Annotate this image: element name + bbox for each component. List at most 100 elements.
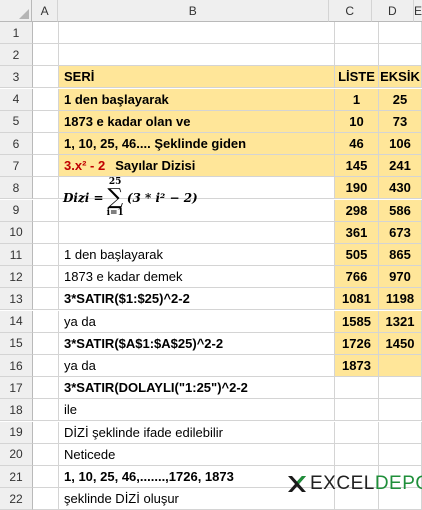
cell-a[interactable] [33,399,59,422]
row-header[interactable]: 17 [0,377,33,400]
cell-d[interactable] [379,44,422,67]
cell-a[interactable] [33,133,59,155]
cell-c[interactable]: 361 [335,221,379,244]
cell-d[interactable]: 25 [379,88,422,111]
cell-d[interactable]: 1321 [379,310,422,333]
cell-a[interactable] [33,310,59,333]
cell-b[interactable]: 1873 e kadar olan ve [59,110,335,133]
row-header[interactable]: 4 [0,88,33,111]
cell-a[interactable] [33,22,59,44]
cell-b[interactable]: DİZİ şeklinde ifade edilebilir [59,421,335,444]
cell-a[interactable] [33,288,59,311]
cell-a[interactable] [33,44,59,67]
cell-c[interactable]: 1081 [335,288,379,311]
column-header-d[interactable]: D [371,0,414,22]
cell-d[interactable] [379,443,422,466]
column-header-e[interactable]: E [413,0,422,22]
row-header[interactable]: 14 [0,310,33,333]
row-header[interactable]: 2 [0,44,33,67]
row-header[interactable]: 11 [0,244,33,266]
row-header[interactable]: 6 [0,133,33,155]
cell-b[interactable]: 1873 e kadar demek [59,266,335,289]
cell-d[interactable] [379,421,422,444]
cell-d[interactable] [379,399,422,422]
row-header[interactable]: 1 [0,22,33,44]
row-header[interactable]: 12 [0,266,33,289]
cell-c[interactable] [335,399,379,422]
cell-d[interactable]: 673 [379,221,422,244]
cell-a[interactable] [33,177,59,200]
cell-a[interactable] [33,199,59,222]
cell-a[interactable] [33,355,59,377]
cell-c[interactable]: 1873 [335,355,379,377]
cell-b[interactable] [59,44,335,67]
cell-d[interactable]: 73 [379,110,422,133]
cell-b[interactable] [59,22,335,44]
cell-a[interactable] [33,88,59,111]
cell-a[interactable] [33,66,59,89]
cell-c[interactable]: LİSTE [335,66,379,89]
cell-a[interactable] [33,110,59,133]
cell-d[interactable] [379,355,422,377]
cell-a[interactable] [33,421,59,444]
cell-d[interactable] [379,22,422,44]
cell-d[interactable]: 241 [379,155,422,178]
cell-a[interactable] [33,443,59,466]
cell-d[interactable] [379,377,422,400]
cell-c[interactable] [335,443,379,466]
cell-b[interactable]: ya da [59,355,335,377]
row-header[interactable]: 5 [0,110,33,133]
cell-b[interactable]: 3*SATIR($1:$25)^2-2 [59,288,335,311]
cell-b[interactable]: 3.x² - 2 Sayılar Dizisi [59,155,335,178]
cell-c[interactable]: 1 [335,88,379,111]
row-header[interactable]: 3 [0,66,33,89]
row-header[interactable]: 8 [0,177,33,200]
column-header-c[interactable]: C [328,0,372,22]
cell-a[interactable] [33,377,59,400]
cell-d[interactable]: 1450 [379,332,422,355]
cell-c[interactable]: 10 [335,110,379,133]
cell-a[interactable] [33,244,59,266]
cell-b[interactable]: 3*SATIR(DOLAYLI("1:25")^2-2 [59,377,335,400]
cell-c[interactable]: 766 [335,266,379,289]
cell-b[interactable]: 1, 10, 25, 46.... Şeklinde giden [59,133,335,155]
column-header-b[interactable]: B [57,0,329,22]
cell-d[interactable]: 1198 [379,288,422,311]
cell-c[interactable] [335,22,379,44]
row-header[interactable]: 20 [0,443,33,466]
cell-b[interactable]: ya da [59,310,335,333]
cell-c[interactable]: 46 [335,133,379,155]
cell-d[interactable]: EKSİK [379,66,422,89]
cell-c[interactable] [335,377,379,400]
cell-a[interactable] [33,221,59,244]
cell-b[interactable]: Neticede [59,443,335,466]
row-header[interactable]: 18 [0,399,33,422]
cell-c[interactable]: 190 [335,177,379,200]
row-header[interactable]: 13 [0,288,33,311]
row-header[interactable]: 10 [0,221,33,244]
cell-c[interactable]: 1585 [335,310,379,333]
row-header[interactable]: 16 [0,355,33,377]
row-header[interactable]: 19 [0,421,33,444]
cell-c[interactable] [335,44,379,67]
cell-c[interactable]: 1726 [335,332,379,355]
cell-b[interactable]: 1 den başlayarak [59,88,335,111]
cell-a[interactable] [33,332,59,355]
cell-b[interactable]: ile [59,399,335,422]
cell-d[interactable]: 865 [379,244,422,266]
cell-d[interactable]: 586 [379,199,422,222]
cell-a[interactable] [33,155,59,178]
row-header[interactable]: 7 [0,155,33,178]
row-header[interactable]: 15 [0,332,33,355]
cell-d[interactable]: 970 [379,266,422,289]
cell-c[interactable]: 505 [335,244,379,266]
cell-d[interactable]: 430 [379,177,422,200]
cell-b[interactable]: 3*SATIR($A$1:$A$25)^2-2 [59,332,335,355]
cell-a[interactable] [33,466,59,488]
cell-a[interactable] [33,266,59,289]
cell-d[interactable]: 106 [379,133,422,155]
cell-c[interactable] [335,421,379,444]
select-all-corner[interactable] [0,0,33,22]
cell-c[interactable]: 145 [335,155,379,178]
column-header-a[interactable]: A [32,0,58,22]
